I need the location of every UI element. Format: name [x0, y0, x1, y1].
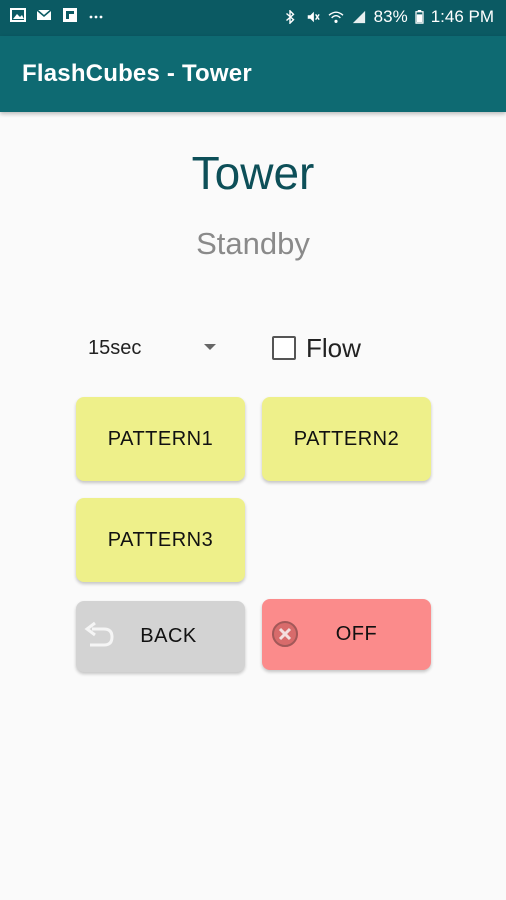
back-label: BACK	[140, 625, 197, 647]
status-bar-right: 83% 1:46 PM	[282, 7, 494, 27]
interval-dropdown[interactable]: 15sec	[78, 328, 228, 368]
interval-value: 15sec	[88, 337, 142, 359]
pattern1-button[interactable]: PATTERN1	[76, 397, 245, 481]
pattern3-button[interactable]: PATTERN3	[76, 498, 245, 582]
flow-checkbox-row[interactable]: Flow	[272, 330, 361, 366]
signal-icon	[352, 10, 365, 24]
page-title: Tower	[191, 147, 315, 199]
status-bar: 83% 1:46 PM	[0, 0, 506, 36]
off-button[interactable]: OFF	[262, 599, 431, 670]
bluetooth-icon	[285, 10, 295, 24]
flipboard-icon	[63, 8, 77, 22]
more-dots-icon	[89, 15, 103, 19]
app-title: FlashCubes - Tower	[22, 60, 252, 87]
battery-icon	[415, 10, 424, 24]
status-bar-left-icons	[10, 8, 104, 22]
off-label: OFF	[335, 623, 378, 645]
pattern2-button[interactable]: PATTERN2	[262, 397, 431, 481]
cancel-icon	[272, 621, 298, 647]
back-button[interactable]: BACK	[76, 601, 245, 672]
clock: 1:46 PM	[430, 7, 494, 26]
pattern1-label: PATTERN1	[107, 427, 214, 450]
battery-percent: 83%	[373, 7, 408, 26]
app-bar: FlashCubes - Tower	[0, 36, 506, 112]
dropdown-arrow-icon	[204, 344, 216, 350]
flow-checkbox[interactable]	[272, 336, 296, 360]
status-text: Standby	[196, 226, 310, 261]
pattern2-label: PATTERN2	[293, 427, 400, 450]
image-icon	[10, 8, 26, 22]
wifi-icon	[328, 11, 344, 23]
mail-icon	[36, 9, 52, 20]
mute-icon	[307, 11, 320, 23]
undo-arrow-icon	[84, 621, 114, 647]
pattern3-label: PATTERN3	[107, 528, 214, 551]
flow-checkbox-label[interactable]: Flow	[306, 333, 361, 364]
